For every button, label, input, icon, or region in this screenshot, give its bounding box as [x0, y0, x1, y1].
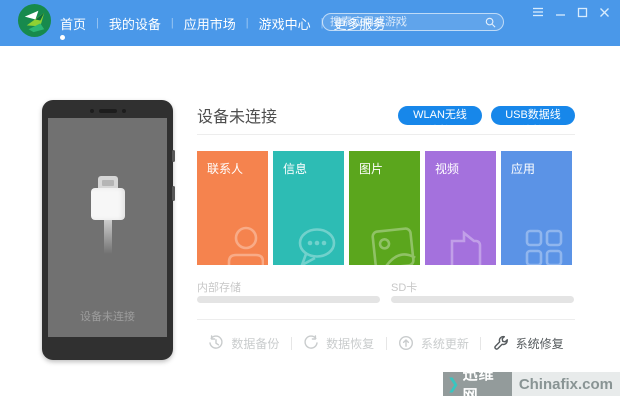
active-tab-indicator — [60, 35, 65, 40]
watermark-cn-block: ❯ 迅维网 — [443, 366, 512, 400]
system-repair-button[interactable]: 系统修复 — [481, 335, 575, 352]
tile-contacts[interactable]: 联系人 — [197, 151, 268, 265]
data-backup-button[interactable]: 数据备份 — [197, 335, 291, 352]
usb-connect-button[interactable]: USB数据线连接 — [491, 106, 575, 137]
wlan-connect-button[interactable]: WLAN无线连接 — [398, 106, 482, 137]
menu-icon[interactable] — [530, 4, 546, 20]
divider — [197, 134, 575, 135]
sd-card-bar — [391, 296, 574, 303]
contacts-icon — [216, 223, 265, 265]
category-tiles: 联系人 信息 图片 视频 应用 — [197, 151, 572, 265]
usb-cable-icon — [48, 176, 167, 254]
action-label: 数据恢复 — [326, 336, 375, 351]
internal-storage-bar — [197, 296, 380, 303]
action-toolbar: 数据备份 数据恢复 系统更新 系统修复 — [197, 331, 575, 355]
phone-earpiece — [42, 109, 173, 113]
update-icon — [398, 335, 413, 351]
divider — [197, 319, 575, 320]
app-logo-icon[interactable] — [17, 3, 52, 38]
data-restore-button[interactable]: 数据恢复 — [292, 335, 386, 352]
phone-status-text: 设备未连接 — [80, 311, 135, 323]
watermark-en-text: Chinafix.com — [511, 372, 620, 396]
pictures-icon — [368, 223, 416, 265]
phone-illustration: 设备未连接 — [42, 100, 175, 360]
chevron-right-icon: ❯ — [447, 376, 461, 393]
nav-item-home[interactable]: 首页 — [50, 14, 96, 33]
sd-card-label: SD卡 — [391, 282, 418, 294]
messages-icon — [292, 223, 340, 265]
top-navigation-bar: 首页 | 我的设备 | 应用市场 | 游戏中心 | 更多服务 | — [0, 0, 620, 46]
nav-item-game-center[interactable]: 游戏中心 — [249, 14, 321, 33]
nav-item-my-device[interactable]: 我的设备 — [99, 14, 171, 33]
tile-label: 视频 — [435, 162, 460, 176]
tile-label: 联系人 — [207, 162, 244, 176]
internal-storage-label: 内部存储 — [197, 282, 241, 294]
phone-side-button — [172, 150, 175, 162]
action-label: 数据备份 — [231, 336, 280, 351]
window-controls — [530, 4, 612, 20]
action-label: 系统更新 — [420, 336, 469, 351]
tile-label: 应用 — [511, 162, 536, 176]
search-input[interactable] — [330, 16, 485, 28]
watermark: ❯ 迅维网 Chinafix.com — [443, 366, 620, 400]
system-update-button[interactable]: 系统更新 — [387, 335, 481, 352]
phone-screen: 设备未连接 — [48, 118, 167, 337]
search-box[interactable] — [322, 13, 504, 31]
tile-label: 信息 — [283, 162, 308, 176]
tile-videos[interactable]: 视频 — [425, 151, 496, 265]
phone-side-button — [172, 186, 175, 201]
nav-item-app-market[interactable]: 应用市场 — [174, 14, 246, 33]
page-title: 设备未连接 — [197, 109, 278, 126]
apps-icon — [520, 223, 568, 265]
tile-messages[interactable]: 信息 — [273, 151, 344, 265]
app-window: 首页 | 我的设备 | 应用市场 | 游戏中心 | 更多服务 | 搜索应用或游戏… — [0, 0, 620, 400]
tile-label: 图片 — [359, 162, 384, 176]
videos-icon — [444, 223, 492, 265]
tile-pictures[interactable]: 图片 — [349, 151, 420, 265]
search-icon[interactable] — [485, 17, 496, 28]
repair-icon — [493, 335, 508, 350]
minimize-icon[interactable] — [552, 4, 568, 20]
restore-icon — [304, 335, 318, 349]
backup-icon — [209, 335, 223, 349]
close-icon[interactable] — [596, 4, 612, 20]
maximize-icon[interactable] — [574, 4, 590, 20]
action-label: 系统修复 — [515, 336, 564, 351]
watermark-cn-text: 迅维网 — [462, 366, 495, 400]
tile-apps[interactable]: 应用 — [501, 151, 572, 265]
